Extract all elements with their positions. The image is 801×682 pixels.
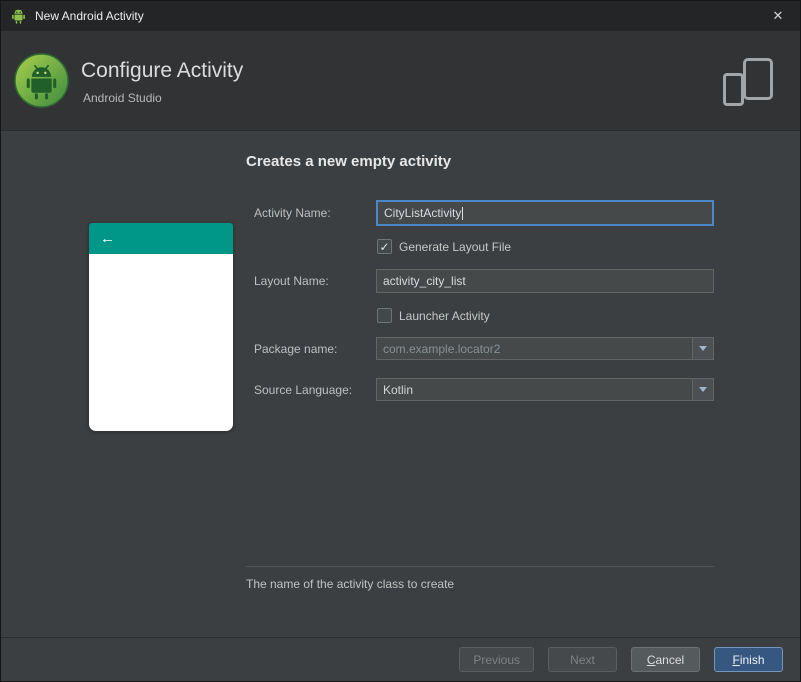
phone-icon (723, 73, 744, 106)
finish-button[interactable]: Finish (714, 647, 783, 672)
layout-name-value: activity_city_list (383, 274, 466, 288)
form-heading: Creates a new empty activity (246, 153, 452, 170)
tablet-icon (743, 58, 773, 100)
preview-appbar: ← (89, 223, 233, 254)
layout-name-input[interactable]: activity_city_list (376, 269, 714, 293)
activity-name-input[interactable]: CityListActivity (376, 200, 714, 226)
next-button[interactable]: Next (548, 647, 617, 672)
new-android-activity-dialog: New Android Activity ✕ Configure Activit… (0, 0, 801, 682)
previous-button[interactable]: Previous (459, 647, 534, 672)
finish-label-rest: inish (739, 652, 765, 667)
back-arrow-icon: ← (100, 230, 115, 247)
status-divider (246, 566, 714, 567)
title-bar: New Android Activity ✕ (1, 1, 800, 31)
android-studio-logo-icon (14, 53, 69, 108)
cancel-mnemonic: C (646, 652, 656, 667)
launcher-activity-label: Launcher Activity (399, 308, 490, 323)
chevron-down-icon (699, 346, 707, 351)
generate-layout-label: Generate Layout File (399, 239, 512, 254)
wizard-title: Configure Activity (81, 59, 244, 82)
package-name-dropdown-button[interactable] (692, 338, 713, 359)
package-name-combobox[interactable]: com.example.locator2 (376, 337, 714, 360)
checkmark-icon: ✓ (379, 239, 390, 254)
source-language-label: Source Language: (254, 383, 353, 397)
source-language-combobox[interactable]: Kotlin (376, 378, 714, 401)
source-language-value: Kotlin (383, 382, 414, 397)
status-text: The name of the activity class to create (246, 577, 455, 591)
android-robot-icon (10, 8, 27, 25)
generate-layout-checkbox[interactable]: ✓ (377, 239, 392, 254)
close-icon[interactable]: ✕ (756, 1, 800, 31)
wizard-header: Configure Activity Android Studio (1, 31, 800, 131)
activity-preview-thumbnail: ← (89, 223, 233, 431)
launcher-activity-checkbox[interactable] (377, 308, 392, 323)
layout-name-label: Layout Name: (254, 274, 329, 288)
wizard-subtitle: Android Studio (83, 91, 162, 105)
activity-name-value: CityListActivity (384, 206, 462, 220)
preview-content-area (89, 254, 233, 431)
cancel-button[interactable]: Cancel (631, 647, 700, 672)
device-form-factor-icon (723, 58, 773, 106)
window-title: New Android Activity (35, 9, 144, 23)
wizard-body: ← Creates a new empty activity Activity … (1, 131, 800, 639)
launcher-activity-row[interactable]: Launcher Activity (377, 308, 490, 323)
source-language-dropdown-button[interactable] (692, 379, 713, 400)
cancel-label-rest: ancel (655, 652, 685, 667)
generate-layout-row[interactable]: ✓ Generate Layout File (377, 239, 511, 254)
text-caret (462, 206, 464, 220)
activity-name-label: Activity Name: (254, 206, 331, 220)
button-bar: Previous Next Cancel Finish (1, 637, 800, 681)
finish-mnemonic: F (732, 652, 740, 667)
chevron-down-icon (699, 387, 707, 392)
package-name-label: Package name: (254, 342, 338, 356)
package-name-value: com.example.locator2 (383, 341, 501, 356)
